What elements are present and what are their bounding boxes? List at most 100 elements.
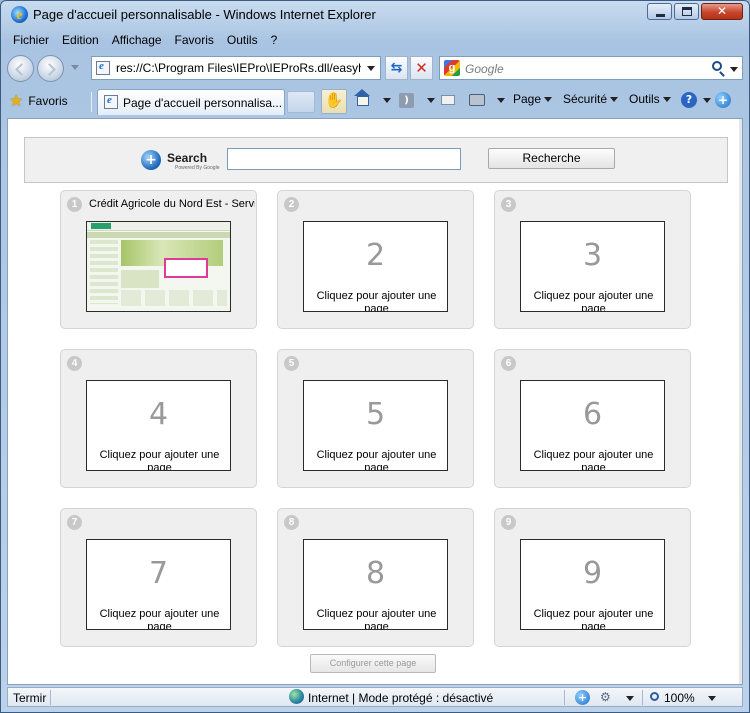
tile-big-number: 4: [148, 397, 169, 432]
help-dropdown-icon[interactable]: [703, 98, 711, 103]
tab-current[interactable]: Page d'accueil personnalisa...: [97, 89, 285, 115]
tile-placeholder[interactable]: 5 Cliquez pour ajouter une page: [303, 380, 448, 471]
configure-page-button[interactable]: Configurer cette page: [310, 654, 436, 673]
tile-number: 6: [501, 356, 516, 371]
menu-bar: Fichier Edition Affichage Favoris Outils…: [7, 31, 743, 49]
search-provider-placeholder[interactable]: Google: [465, 62, 504, 76]
tile-number: 4: [67, 356, 82, 371]
print-dropdown-icon[interactable]: [497, 98, 505, 103]
address-dropdown-icon[interactable]: [367, 66, 375, 71]
tile-thumbnail[interactable]: [86, 221, 231, 312]
tile-number: 5: [284, 356, 299, 371]
print-icon[interactable]: [469, 94, 485, 106]
addon-plus-icon[interactable]: +: [715, 92, 731, 108]
separator: [91, 92, 92, 112]
speed-dial-tile-8[interactable]: 8 8 Cliquez pour ajouter une page: [277, 508, 474, 647]
zoom-dropdown-icon[interactable]: [708, 696, 716, 701]
speed-dial-tile-7[interactable]: 7 7 Cliquez pour ajouter une page: [60, 508, 257, 647]
page-menu-button[interactable]: Page: [513, 92, 553, 106]
tile-big-number: 7: [148, 556, 169, 591]
page-search-input[interactable]: [227, 148, 461, 170]
recent-pages-dropdown[interactable]: [71, 65, 79, 70]
stop-button[interactable]: ✕: [410, 56, 433, 80]
tools-menu-label: Outils: [629, 92, 660, 106]
address-url[interactable]: res://C:\Program Files\IEPro\IEProRs.dll…: [116, 61, 361, 75]
search-logo-subtitle: Powered By Google: [175, 165, 220, 171]
security-menu-button[interactable]: Sécurité: [563, 92, 619, 106]
tile-placeholder[interactable]: 2 Cliquez pour ajouter une page: [303, 221, 448, 312]
tile-big-number: 8: [365, 556, 386, 591]
new-tab-button[interactable]: [287, 91, 315, 113]
tile-placeholder[interactable]: 4 Cliquez pour ajouter une page: [86, 380, 231, 471]
help-icon[interactable]: ?: [681, 92, 697, 108]
menu-edition[interactable]: Edition: [56, 33, 106, 47]
favorites-label: Favoris: [28, 94, 68, 108]
browser-window: e Page d'accueil personnalisable - Windo…: [0, 0, 750, 713]
minimize-icon: [656, 14, 665, 17]
status-divider: [642, 690, 643, 705]
speed-dial-tile-9[interactable]: 9 9 Cliquez pour ajouter une page: [494, 508, 691, 647]
security-zone[interactable]: Internet | Mode protégé : désactivé: [308, 691, 493, 705]
tile-placeholder[interactable]: 8 Cliquez pour ajouter une page: [303, 539, 448, 630]
tile-placeholder[interactable]: 7 Cliquez pour ajouter une page: [86, 539, 231, 630]
menu-fichier[interactable]: Fichier: [7, 33, 56, 47]
rss-dropdown-icon[interactable]: [427, 98, 435, 103]
tile-placeholder[interactable]: 9 Cliquez pour ajouter une page: [520, 539, 665, 630]
close-window-button[interactable]: ✕: [701, 3, 743, 20]
google-icon: g: [444, 60, 460, 76]
menu-help[interactable]: ?: [265, 33, 285, 47]
tile-number: 9: [501, 515, 516, 530]
back-button[interactable]: [7, 55, 34, 82]
tab-page-icon: [104, 94, 118, 109]
menu-outils[interactable]: Outils: [221, 33, 265, 47]
speed-dial-tile-5[interactable]: 5 5 Cliquez pour ajouter une page: [277, 349, 474, 488]
vertical-scrollbar[interactable]: [739, 119, 742, 684]
tools-menu-button[interactable]: Outils: [629, 92, 671, 106]
speed-dial-tile-2[interactable]: 2 2 Cliquez pour ajouter une page: [277, 190, 474, 329]
mail-icon[interactable]: [441, 95, 455, 105]
tile-add-page-text: Cliquez pour ajouter une page: [533, 608, 654, 630]
menu-favoris[interactable]: Favoris: [169, 33, 221, 47]
home-dropdown-icon[interactable]: [383, 98, 391, 103]
speed-dial-tile-3[interactable]: 3 3 Cliquez pour ajouter une page: [494, 190, 691, 329]
minimize-button[interactable]: [647, 3, 672, 20]
search-icon[interactable]: [712, 61, 722, 71]
page-search-bar: + Search Powered By Google Recherche: [24, 137, 728, 183]
zoom-icon: [650, 692, 659, 701]
refresh-button[interactable]: ⇆: [385, 56, 408, 80]
status-divider: [50, 690, 51, 705]
search-logo-icon: +: [141, 150, 161, 170]
zoom-level[interactable]: 100%: [664, 691, 695, 705]
address-bar[interactable]: res://C:\Program Files\IEPro\IEProRs.dll…: [91, 56, 381, 80]
tile-placeholder[interactable]: 3 Cliquez pour ajouter une page: [520, 221, 665, 312]
tile-add-page-text: Cliquez pour ajouter une page: [316, 449, 437, 471]
rss-feed-icon[interactable]: ): [399, 93, 414, 108]
search-logo-title: Search: [167, 151, 208, 165]
tile-add-page-text: Cliquez pour ajouter une page: [316, 608, 437, 630]
status-divider: [564, 690, 565, 705]
speed-dial-tile-1[interactable]: 1 Crédit Agricole du Nord Est - Servic: [60, 190, 257, 329]
speed-dial-tile-6[interactable]: 6 6 Cliquez pour ajouter une page: [494, 349, 691, 488]
chevron-down-icon: [610, 97, 619, 103]
search-provider-box[interactable]: g Google: [439, 56, 743, 80]
favorites-button[interactable]: ★ Favoris: [9, 90, 68, 112]
home-icon[interactable]: [354, 89, 370, 106]
forward-button[interactable]: [37, 55, 64, 82]
speed-dial-tile-4[interactable]: 4 4 Cliquez pour ajouter une page: [60, 349, 257, 488]
tile-big-number: 9: [582, 556, 603, 591]
page-menu-label: Page: [513, 92, 542, 106]
status-dropdown-icon[interactable]: [626, 696, 634, 701]
tile-big-number: 2: [365, 238, 386, 273]
popup-blocker-icon[interactable]: ⚙: [600, 690, 620, 705]
tile-add-page-text: Cliquez pour ajouter une page: [99, 449, 220, 471]
addon-status-icon[interactable]: +: [575, 690, 590, 705]
maximize-button[interactable]: [674, 3, 699, 20]
status-bar: Termir Internet | Mode protégé : désacti…: [7, 687, 743, 707]
search-options-dropdown-icon[interactable]: [730, 67, 738, 72]
website-thumbnail: [87, 222, 230, 311]
menu-affichage[interactable]: Affichage: [106, 33, 169, 47]
recherche-button[interactable]: Recherche: [488, 148, 615, 169]
hand-icon[interactable]: ✋: [321, 89, 347, 114]
tile-big-number: 3: [582, 238, 603, 273]
tile-placeholder[interactable]: 6 Cliquez pour ajouter une page: [520, 380, 665, 471]
